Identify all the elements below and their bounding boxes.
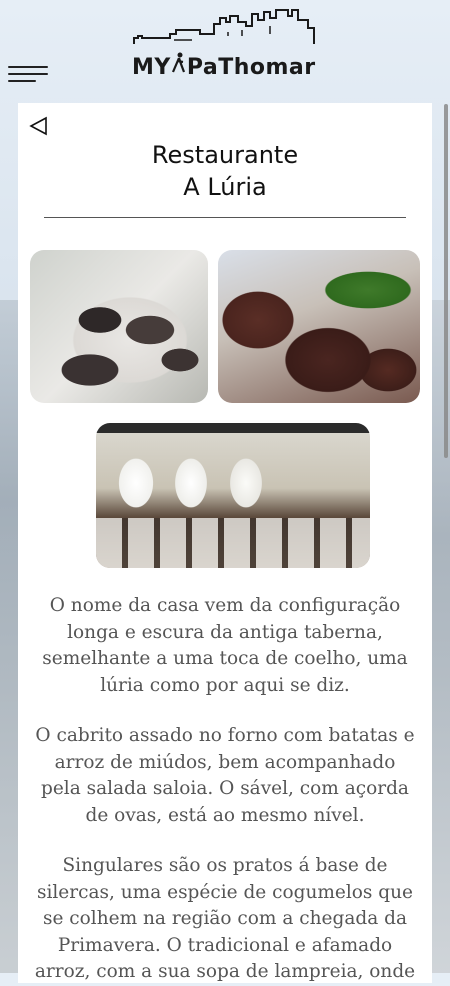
page-title: Restaurante A Lúria	[18, 139, 432, 203]
menu-button[interactable]	[8, 62, 50, 88]
logo[interactable]: MY PaThomar	[130, 6, 325, 80]
photo-meat-dish[interactable]	[218, 250, 420, 403]
description-paragraph-1: O nome da casa vem da configuração longa…	[42, 595, 408, 696]
back-button[interactable]	[28, 115, 50, 137]
hamburger-icon	[8, 66, 48, 68]
photo-mushroom-dish[interactable]	[30, 250, 208, 403]
header: MY PaThomar	[0, 0, 450, 100]
walker-icon	[171, 52, 187, 80]
back-triangle-icon	[29, 116, 47, 136]
description-paragraph-3: Singulares são os pratos á base de siler…	[34, 855, 416, 982]
logo-wordmark: MY PaThomar	[132, 52, 322, 80]
description-paragraph-2: O cabrito assado no forno com batatas e …	[35, 725, 415, 826]
title-line-1: Restaurante	[151, 141, 299, 169]
restaurant-card: Restaurante A Lúria O nome da casa vem d…	[18, 103, 432, 983]
scrollbar[interactable]	[444, 104, 448, 458]
title-divider	[44, 217, 406, 218]
photo-dining-room[interactable]	[96, 423, 370, 568]
castle-icon	[133, 9, 315, 44]
title-line-2: A Lúria	[183, 173, 267, 201]
